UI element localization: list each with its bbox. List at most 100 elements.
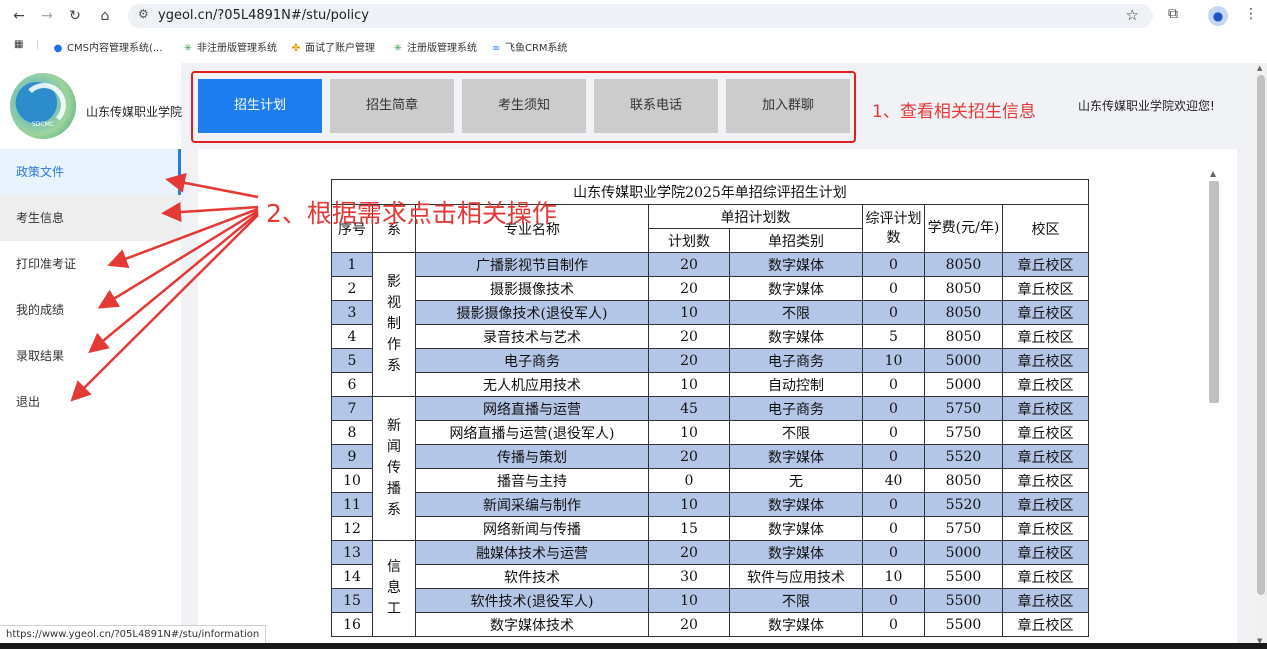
tab-join-group[interactable]: 加入群聊 — [726, 79, 850, 133]
cell-campus: 章丘校区 — [1002, 588, 1089, 613]
cell-major: 网络直播与运营 — [415, 396, 649, 421]
bookmark-star-icon[interactable]: ☆ — [1126, 6, 1139, 24]
cell-plan-count: 20 — [648, 324, 730, 349]
home-icon[interactable]: ⌂ — [94, 6, 116, 26]
table-row: 16 数字媒体技术 20 数字媒体 0 5500 章丘校区 — [331, 612, 1089, 637]
sidebar-item-logout[interactable]: 退出 — [0, 379, 181, 425]
table-row: 3 摄影摄像技术(退役军人) 10 不限 0 8050 章丘校区 — [331, 300, 1089, 325]
table-row: 5 电子商务 20 电子商务 10 5000 章丘校区 — [331, 348, 1089, 373]
cell-fee: 5750 — [924, 420, 1003, 445]
cell-plan-type: 软件与应用技术 — [729, 564, 863, 589]
sidebar-menu: 政策文件 考生信息 打印准考证 我的成绩 录取结果 退出 — [0, 149, 181, 425]
cell-seq: 16 — [331, 612, 373, 637]
cell-department: 新闻传播系 — [372, 396, 416, 541]
cell-fee: 5520 — [924, 444, 1003, 469]
school-logo: SDCMC — [10, 73, 76, 139]
table-row: 9 传播与策划 20 数字媒体 0 5520 章丘校区 — [331, 444, 1089, 469]
table-row: 7 新闻传播系 网络直播与运营 45 电子商务 0 5750 章丘校区 — [331, 396, 1089, 541]
tab-enrollment-guide[interactable]: 招生简章 — [330, 79, 454, 133]
cms-icon: ● — [53, 43, 63, 54]
cell-campus: 章丘校区 — [1002, 516, 1089, 541]
cell-plan-count: 30 — [648, 564, 730, 589]
cell-plan-count: 10 — [648, 588, 730, 613]
header-plan-type: 单招类别 — [729, 228, 863, 253]
sidebar-item-policy[interactable]: 政策文件 — [0, 149, 181, 195]
site-settings-icon[interactable]: ⚙ — [138, 7, 149, 21]
cell-plan-count: 20 — [648, 348, 730, 373]
cell-fee: 8050 — [924, 300, 1003, 325]
cell-plan-type: 不限 — [729, 420, 863, 445]
scroll-thumb[interactable] — [1257, 75, 1265, 595]
table-row: 6 无人机应用技术 10 自动控制 0 5000 章丘校区 — [331, 372, 1089, 397]
cell-comp: 0 — [862, 612, 925, 637]
cell-major: 播音与主持 — [415, 468, 649, 493]
cell-fee: 5000 — [924, 348, 1003, 373]
cell-seq: 14 — [331, 564, 373, 589]
page-scrollbar[interactable]: ▲ ▼ — [1255, 63, 1267, 649]
bookmark-item[interactable]: ✳ 注册版管理系统 — [392, 39, 477, 54]
sidebar-item-print-admission[interactable]: 打印准考证 — [0, 241, 181, 287]
bookmark-item[interactable]: ✳ 非注册版管理系统 — [182, 39, 277, 54]
status-bar-url: https://www.ygeol.cn/?05L4891N#/stu/info… — [0, 625, 267, 645]
back-arrow-icon[interactable]: ← — [8, 6, 30, 26]
content-scrollbar[interactable]: ▲ — [1208, 169, 1220, 649]
cell-plan-type: 自动控制 — [729, 372, 863, 397]
cell-plan-type: 数字媒体 — [729, 612, 863, 637]
cell-campus: 章丘校区 — [1002, 324, 1089, 349]
cell-plan-count: 20 — [648, 612, 730, 637]
cell-seq: 9 — [331, 444, 373, 469]
cell-seq: 15 — [331, 588, 373, 613]
forward-arrow-icon[interactable]: → — [36, 6, 58, 26]
reload-icon[interactable]: ↻ — [64, 6, 86, 26]
sidebar: SDCMC 山东传媒职业学院 政策文件 考生信息 打印准考证 我的成绩 录取结果… — [0, 63, 182, 649]
cell-comp: 40 — [862, 468, 925, 493]
sidebar-item-student-info[interactable]: 考生信息 — [0, 195, 181, 241]
cell-seq: 11 — [331, 492, 373, 517]
bookmark-item[interactable]: ● CMS内容管理系统(... — [52, 39, 163, 54]
scroll-up-icon[interactable]: ▲ — [1257, 64, 1262, 72]
cell-comp: 0 — [862, 300, 925, 325]
cell-campus: 章丘校区 — [1002, 300, 1089, 325]
address-bar[interactable]: ⚙ ygeol.cn/?05L4891N#/stu/policy ☆ — [128, 4, 1153, 28]
extensions-icon[interactable]: ⧉ — [1168, 6, 1178, 22]
welcome-text: 山东传媒职业学院欢迎您! — [1078, 99, 1215, 113]
sidebar-item-admission-result[interactable]: 录取结果 — [0, 333, 181, 379]
bookmark-item[interactable]: ✤ 面试了账户管理 — [290, 39, 375, 54]
cell-plan-type: 不限 — [729, 588, 863, 613]
scroll-up-icon[interactable]: ▲ — [1210, 169, 1216, 178]
cell-seq: 8 — [331, 420, 373, 445]
cell-fee: 5000 — [924, 540, 1003, 565]
cell-campus: 章丘校区 — [1002, 468, 1089, 493]
sidebar-item-my-scores[interactable]: 我的成绩 — [0, 287, 181, 333]
cell-comp: 0 — [862, 396, 925, 421]
bookmark-item[interactable]: ∞ 飞鱼CRM系统 — [490, 39, 568, 54]
apps-grid-icon[interactable]: ▦ — [14, 39, 23, 50]
browser-toolbar: ← → ↻ ⌂ ⚙ ygeol.cn/?05L4891N#/stu/policy… — [0, 0, 1267, 32]
cell-plan-count: 15 — [648, 516, 730, 541]
bookmark-label: CMS内容管理系统(... — [67, 43, 163, 54]
tab-exam-notice[interactable]: 考生须知 — [462, 79, 586, 133]
scroll-thumb[interactable] — [1209, 181, 1219, 403]
cell-major: 传播与策划 — [415, 444, 649, 469]
tab-enrollment-plan[interactable]: 招生计划 — [198, 79, 322, 133]
annotation-step1: 1、查看相关招生信息 — [872, 102, 1036, 122]
cell-comp: 0 — [862, 252, 925, 277]
table-row: 1 影视制作系 广播影视节目制作 20 数字媒体 0 8050 章丘校区 — [331, 252, 1089, 397]
cell-major: 软件技术 — [415, 564, 649, 589]
tab-contact-phone[interactable]: 联系电话 — [594, 79, 718, 133]
cell-comp: 0 — [862, 588, 925, 613]
leaf-icon: ✳ — [393, 43, 403, 54]
profile-avatar-icon[interactable]: ● — [1208, 6, 1228, 26]
cell-major: 网络新闻与传播 — [415, 516, 649, 541]
table-row: 14 软件技术 30 软件与应用技术 10 5500 章丘校区 — [331, 564, 1089, 589]
cell-seq: 12 — [331, 516, 373, 541]
cell-fee: 5750 — [924, 516, 1003, 541]
cell-campus: 章丘校区 — [1002, 396, 1089, 421]
cell-plan-count: 20 — [648, 540, 730, 565]
cell-department: 信息工 — [372, 540, 416, 637]
address-url[interactable]: ygeol.cn/?05L4891N#/stu/policy — [158, 8, 369, 23]
cell-plan-count: 45 — [648, 396, 730, 421]
cell-plan-type: 数字媒体 — [729, 324, 863, 349]
kebab-menu-icon[interactable]: ⋮ — [1244, 6, 1258, 22]
cell-comp: 0 — [862, 540, 925, 565]
